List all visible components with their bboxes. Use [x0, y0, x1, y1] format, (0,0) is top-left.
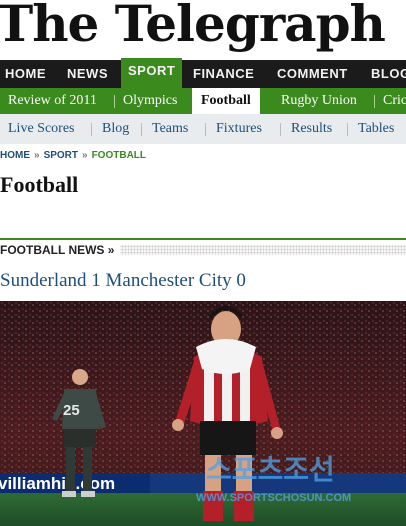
nav-divider [114, 95, 115, 108]
nav-divider [280, 123, 281, 136]
masthead-logo[interactable]: The Telegraph [0, 0, 406, 58]
section-divider [0, 238, 406, 240]
subnav-blog[interactable]: Blog [102, 114, 129, 144]
breadcrumb: HOME » SPORT » FOOTBALL [0, 150, 146, 164]
nav-finance[interactable]: FINANCE [193, 60, 254, 88]
subnav-fixtures[interactable]: Fixtures [216, 114, 262, 144]
player-number: 25 [63, 402, 80, 419]
nav-divider [347, 123, 348, 136]
subnav-results[interactable]: Results [291, 114, 332, 144]
watermark-logo: 스포츠조선 [206, 453, 335, 486]
nav-divider [141, 123, 142, 136]
nav-blog[interactable]: BLOG [371, 60, 406, 88]
breadcrumb-sport[interactable]: SPORT [44, 150, 78, 161]
breadcrumb-separator: » [82, 150, 88, 161]
ad-board-text: villiamhill.com [0, 474, 115, 493]
watermark-url: WWW.SPORTSCHOSUN.COM [196, 492, 351, 504]
subnav-tables[interactable]: Tables [358, 114, 394, 144]
nav-divider [374, 95, 375, 108]
subnav-teams[interactable]: Teams [152, 114, 188, 144]
nav-divider [91, 123, 92, 136]
section-heading[interactable]: FOOTBALL NEWS » [0, 243, 121, 257]
subnav-review-2011[interactable]: Review of 2011 [8, 88, 97, 114]
subnav-olympics[interactable]: Olympics [123, 88, 177, 114]
subnav-rugby-union[interactable]: Rugby Union [281, 88, 357, 114]
secondary-nav: Review of 2011 Olympics Football Rugby U… [0, 88, 406, 114]
masthead-title: The Telegraph [0, 0, 386, 53]
breadcrumb-separator: » [34, 150, 40, 161]
dotted-rule [118, 245, 406, 255]
nav-divider [205, 123, 206, 136]
article-photo[interactable]: villiamhill.com 25 스포츠조선 WWW.SPORTSCHOSU… [0, 301, 406, 526]
breadcrumb-home[interactable]: HOME [0, 150, 30, 161]
page-title: Football [0, 172, 79, 197]
subnav-live-scores[interactable]: Live Scores [8, 114, 74, 144]
subnav-cricket[interactable]: Cric [383, 88, 406, 114]
nav-comment[interactable]: COMMENT [277, 60, 348, 88]
nav-sport[interactable]: SPORT [121, 58, 183, 88]
match-photo-scene: villiamhill.com 25 스포츠조선 WWW.SPORTSCHOSU… [0, 301, 406, 526]
breadcrumb-football[interactable]: FOOTBALL [92, 150, 146, 161]
article-headline[interactable]: Sunderland 1 Manchester City 0 [0, 270, 246, 292]
primary-nav-overlay: SPORT FINANCE COMMENT BLOG [0, 58, 406, 88]
tertiary-nav: Live Scores Blog Teams Fixtures Results … [0, 114, 406, 144]
subnav-football[interactable]: Football [192, 88, 260, 114]
